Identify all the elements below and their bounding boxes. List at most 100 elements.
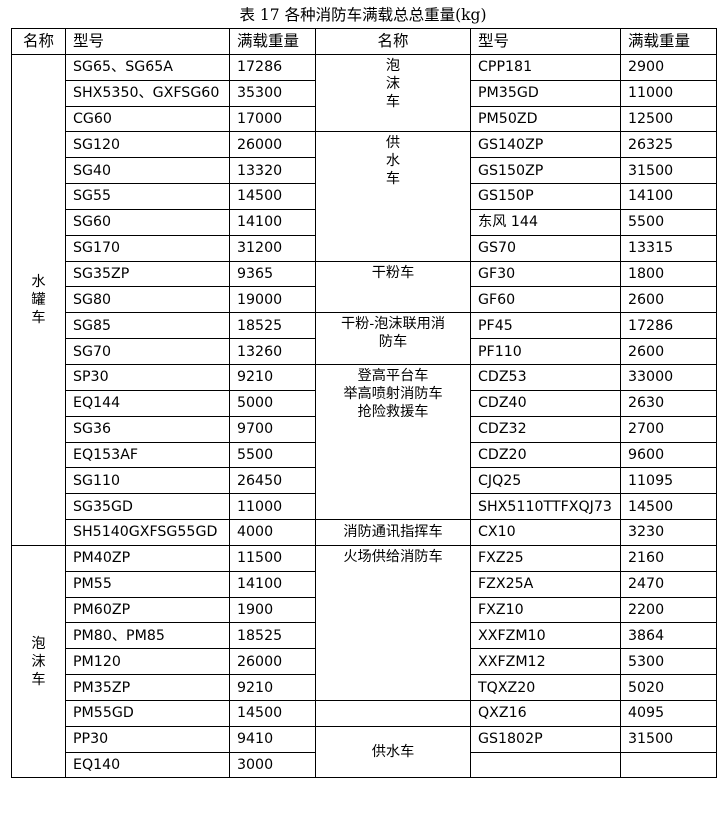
right-weight-cell <box>620 751 717 779</box>
right-category-name: 干粉-泡沫联用消 防车 <box>315 312 471 365</box>
left-model-cell: SG120 <box>65 131 230 159</box>
category-name-line: 车 <box>385 93 401 110</box>
left-model-cell: PM35ZP <box>65 674 230 701</box>
right-category-name: 干粉车 <box>315 260 471 314</box>
category-name-line: 车 <box>385 171 401 188</box>
left-weight-cell: 9410 <box>229 725 316 753</box>
right-model-cell: GS1802P <box>470 725 621 753</box>
right-model-cell: QXZ16 <box>470 699 621 727</box>
left-weight-cell: 3000 <box>229 751 316 779</box>
right-model-cell: CDZ32 <box>470 415 621 443</box>
header-right-model: 型号 <box>470 28 621 55</box>
right-weight-cell: 14100 <box>620 183 717 210</box>
right-model-cell: CPP181 <box>470 53 621 81</box>
right-category-name: 供水车 <box>315 725 471 779</box>
left-weight-cell: 5000 <box>229 389 316 417</box>
left-weight-cell: 9210 <box>229 674 316 701</box>
left-weight-cell: 11000 <box>229 493 316 521</box>
left-weight-cell: 26000 <box>229 131 316 159</box>
category-name-char: 车 <box>31 309 46 326</box>
left-weight-cell: 9365 <box>229 260 316 288</box>
right-weight-cell: 2700 <box>620 415 717 443</box>
left-model-cell: SG70 <box>65 338 230 365</box>
left-model-cell: SG55 <box>65 183 230 210</box>
right-category-name: 供水车 <box>315 131 471 262</box>
left-weight-cell: 14500 <box>229 183 316 210</box>
right-category-name: 火场供给消防车 <box>315 544 471 701</box>
table-row: PM55GD 14500 QXZ16 4095 <box>12 699 717 727</box>
table-row: 水罐车 SG65、SG65A 17286 泡沫车 CPP181 2900 <box>11 53 717 546</box>
right-model-cell: GS70 <box>470 234 621 262</box>
category-name-line: 沫 <box>385 75 401 92</box>
left-weight-cell: 14100 <box>229 208 316 236</box>
right-model-cell: FZX25A <box>470 570 621 598</box>
left-weight-cell: 26450 <box>229 467 316 495</box>
fire-truck-weight-table: 名称 型号 满载重量 名称 型号 满载重量 水罐车 SG65、SG65A 17286… <box>11 28 717 779</box>
left-weight-cell: 19000 <box>229 286 316 314</box>
left-category-name: 水罐车 <box>11 53 66 546</box>
left-weight-cell: 18525 <box>229 622 316 650</box>
right-model-cell: FXZ10 <box>470 596 621 624</box>
left-model-cell: PM80、PM85 <box>65 622 230 650</box>
category-name-line: 举高喷射消防车 <box>343 385 443 402</box>
table-row: 泡沫车 PM40ZP 11500 火场供给消防车 FXZ25 2160 <box>11 544 717 779</box>
right-model-cell: GF30 <box>470 260 621 288</box>
right-model-cell: GF60 <box>470 286 621 314</box>
left-weight-cell: 4000 <box>229 519 316 546</box>
category-name-line: 水 <box>385 153 401 170</box>
header-left-model: 型号 <box>65 28 230 55</box>
left-model-cell: SG60 <box>65 208 230 236</box>
right-weight-cell: 2900 <box>620 53 717 81</box>
right-weight-cell: 2200 <box>620 596 717 624</box>
left-model-cell: SG36 <box>65 415 230 443</box>
left-model-cell: SG85 <box>65 312 230 340</box>
right-model-cell: GS150P <box>470 183 621 210</box>
right-weight-cell: 2630 <box>620 389 717 417</box>
left-weight-cell: 31200 <box>229 234 316 262</box>
right-weight-cell: 13315 <box>620 234 717 262</box>
right-weight-cell: 12500 <box>620 105 717 133</box>
left-model-cell: EQ144 <box>65 389 230 417</box>
right-weight-cell: 2470 <box>620 570 717 598</box>
left-weight-cell: 13320 <box>229 157 316 185</box>
right-model-cell: PF45 <box>470 312 621 340</box>
right-weight-cell: 9600 <box>620 441 717 469</box>
left-weight-cell: 14100 <box>229 570 316 598</box>
right-category-name: 登高平台车 举高喷射消防车 抢险救援车 <box>315 363 471 521</box>
right-model-cell: FXZ25 <box>470 544 621 572</box>
left-model-cell: SG40 <box>65 157 230 185</box>
right-weight-cell: 5500 <box>620 208 717 236</box>
category-name-char: 车 <box>31 671 46 688</box>
left-weight-cell: 17286 <box>229 53 316 81</box>
table-row: PP30 9410 供水车 GS1802P 31500 <box>12 725 717 779</box>
right-model-cell: CDZ53 <box>470 363 621 391</box>
left-model-cell: SG110 <box>65 467 230 495</box>
left-category-name: 泡沫车 <box>11 544 66 779</box>
right-model-cell: XXFZM10 <box>470 622 621 650</box>
left-model-cell: SHX5350、GXFSG60 <box>65 79 230 107</box>
right-category-name <box>315 699 471 727</box>
table-caption: 表 17 各种消防车满载总总重量(kg) <box>239 6 487 24</box>
right-weight-cell: 1800 <box>620 260 717 288</box>
header-right-weight: 满载重量 <box>620 28 717 55</box>
right-model-cell: PF110 <box>470 338 621 365</box>
right-category-name: 泡沫车 <box>315 53 471 133</box>
left-weight-cell: 1900 <box>229 596 316 624</box>
left-model-cell: SG80 <box>65 286 230 314</box>
left-model-cell: EQ140 <box>65 751 230 779</box>
left-model-cell: CG60 <box>65 105 230 133</box>
category-name-line: 泡 <box>385 57 401 74</box>
category-name-line: 供水车 <box>371 744 415 761</box>
right-model-cell: CX10 <box>470 519 621 546</box>
right-weight-cell: 5020 <box>620 674 717 701</box>
right-weight-cell: 2600 <box>620 338 717 365</box>
table-row: SH5140GXFSG55GD 4000 消防通讯指挥车 CX10 3230 <box>12 519 717 546</box>
right-weight-cell: 2160 <box>620 544 717 572</box>
left-model-cell: SH5140GXFSG55GD <box>65 519 230 546</box>
left-model-cell: SP30 <box>65 363 230 391</box>
right-model-cell: GS140ZP <box>470 131 621 159</box>
left-weight-cell: 18525 <box>229 312 316 340</box>
right-model-cell: XXFZM12 <box>470 648 621 676</box>
left-model-cell: PM55GD <box>65 699 230 727</box>
right-category-name: 消防通讯指挥车 <box>315 519 471 546</box>
